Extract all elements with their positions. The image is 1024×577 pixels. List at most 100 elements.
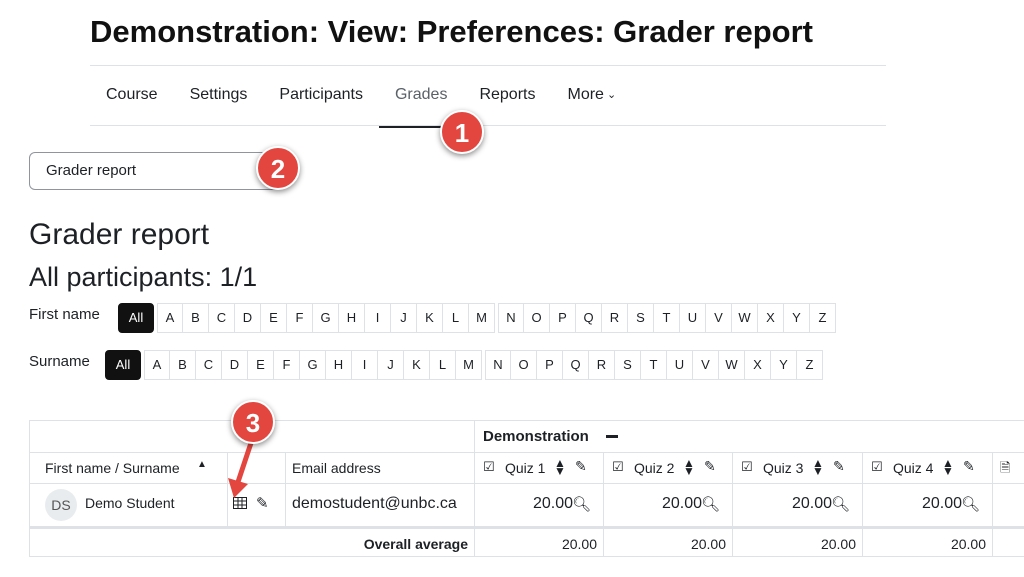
- first-name-letter-p[interactable]: P: [550, 303, 576, 333]
- surname-letter-j[interactable]: J: [378, 350, 404, 380]
- first-name-letter-h[interactable]: H: [339, 303, 365, 333]
- surname-letter-a[interactable]: A: [144, 350, 170, 380]
- first-name-letter-e[interactable]: E: [261, 303, 287, 333]
- zoom-in-icon[interactable]: 🔍︎: [572, 495, 591, 513]
- header-total-cell[interactable]: 🗎: [993, 453, 1024, 484]
- surname-letter-b[interactable]: B: [170, 350, 196, 380]
- surname-letter-u[interactable]: U: [667, 350, 693, 380]
- header-name-cell[interactable]: First name / Surname ▲: [29, 453, 228, 484]
- sort-icon[interactable]: ▲ ▼: [942, 457, 954, 477]
- surname-letter-r[interactable]: R: [589, 350, 615, 380]
- surname-letter-k[interactable]: K: [404, 350, 430, 380]
- tab-course[interactable]: Course: [90, 66, 174, 125]
- header-quiz-4-cell[interactable]: ☑ Quiz 4 ▲ ▼ ✎: [863, 453, 993, 484]
- surname-letter-p[interactable]: P: [537, 350, 563, 380]
- surname-letter-w[interactable]: W: [719, 350, 745, 380]
- surname-letter-c[interactable]: C: [196, 350, 222, 380]
- header-email-cell[interactable]: Email address: [286, 453, 475, 484]
- sort-icon[interactable]: ▲ ▼: [812, 457, 824, 477]
- first-name-letter-w[interactable]: W: [732, 303, 758, 333]
- tab-more[interactable]: More ⌄: [551, 66, 632, 125]
- grade-value: 20.00: [661, 495, 702, 512]
- surname-letter-m[interactable]: M: [456, 350, 482, 380]
- surname-letter-l[interactable]: L: [430, 350, 456, 380]
- surname-letter-y[interactable]: Y: [771, 350, 797, 380]
- first-name-letter-y[interactable]: Y: [784, 303, 810, 333]
- first-name-letter-f[interactable]: F: [287, 303, 313, 333]
- average-label-cell: Overall average: [29, 527, 475, 557]
- zoom-in-icon[interactable]: 🔍︎: [961, 495, 980, 513]
- grade-cell[interactable]: 20.00 🔍︎: [863, 484, 993, 527]
- average-value: 20.00: [690, 536, 726, 552]
- pencil-icon[interactable]: ✎: [704, 458, 716, 475]
- tab-participants[interactable]: Participants: [263, 66, 379, 125]
- surname-letter-g[interactable]: G: [300, 350, 326, 380]
- tab-settings[interactable]: Settings: [174, 66, 264, 125]
- first-name-letter-m[interactable]: M: [469, 303, 495, 333]
- first-name-letter-k[interactable]: K: [417, 303, 443, 333]
- first-name-letter-c[interactable]: C: [209, 303, 235, 333]
- surname-letter-z[interactable]: Z: [797, 350, 823, 380]
- zoom-in-icon[interactable]: 🔍︎: [701, 495, 720, 513]
- first-name-letter-q[interactable]: Q: [576, 303, 602, 333]
- header-quiz-3-cell[interactable]: ☑ Quiz 3 ▲ ▼ ✎: [733, 453, 863, 484]
- surname-all-button[interactable]: All: [105, 350, 141, 380]
- grade-value: 20.00: [791, 495, 832, 512]
- surname-letter-q[interactable]: Q: [563, 350, 589, 380]
- header-name: First name / Surname: [45, 460, 180, 476]
- collapse-icon[interactable]: [606, 435, 618, 438]
- course-total-icon: 🗎: [1000, 460, 1011, 475]
- pencil-icon[interactable]: ✎: [833, 458, 845, 475]
- grade-cell[interactable]: 20.00 🔍︎: [604, 484, 733, 527]
- pencil-icon[interactable]: ✎: [963, 458, 975, 475]
- grade-cell[interactable]: 20.00 🔍︎: [733, 484, 863, 527]
- first-name-letter-d[interactable]: D: [235, 303, 261, 333]
- callout-badge-1: 1: [440, 110, 484, 154]
- pencil-icon[interactable]: ✎: [575, 458, 587, 475]
- header-quiz-2-cell[interactable]: ☑ Quiz 2 ▲ ▼ ✎: [604, 453, 733, 484]
- report-selector[interactable]: Grader report: [29, 152, 279, 190]
- callout-badge-3: 3: [231, 400, 275, 444]
- first-name-letter-z[interactable]: Z: [810, 303, 836, 333]
- first-name-letter-g[interactable]: G: [313, 303, 339, 333]
- first-name-letter-o[interactable]: O: [524, 303, 550, 333]
- first-name-letter-i[interactable]: I: [365, 303, 391, 333]
- first-name-letter-j[interactable]: J: [391, 303, 417, 333]
- header-quiz-1-cell[interactable]: ☑ Quiz 1 ▲ ▼ ✎: [475, 453, 604, 484]
- zoom-in-icon[interactable]: 🔍︎: [831, 495, 850, 513]
- first-name-letter-s[interactable]: S: [628, 303, 654, 333]
- first-name-letter-t[interactable]: T: [654, 303, 680, 333]
- first-name-letter-r[interactable]: R: [602, 303, 628, 333]
- first-name-letter-u[interactable]: U: [680, 303, 706, 333]
- nav-bottom-divider: [90, 125, 886, 126]
- first-name-all-button[interactable]: All: [118, 303, 154, 333]
- surname-letter-v[interactable]: V: [693, 350, 719, 380]
- surname-letter-x[interactable]: X: [745, 350, 771, 380]
- surname-letter-e[interactable]: E: [248, 350, 274, 380]
- sort-icon[interactable]: ▲ ▼: [554, 457, 566, 477]
- first-name-letter-b[interactable]: B: [183, 303, 209, 333]
- surname-letter-i[interactable]: I: [352, 350, 378, 380]
- surname-letter-h[interactable]: H: [326, 350, 352, 380]
- average-cell: 20.00: [733, 527, 863, 557]
- surname-letter-t[interactable]: T: [641, 350, 667, 380]
- student-name[interactable]: Demo Student: [85, 495, 175, 511]
- surname-letter-f[interactable]: F: [274, 350, 300, 380]
- sort-icon[interactable]: ▲ ▼: [683, 457, 695, 477]
- surname-letter-o[interactable]: O: [511, 350, 537, 380]
- surname-letter-n[interactable]: N: [485, 350, 511, 380]
- grade-cell[interactable]: 20.00 🔍︎: [475, 484, 604, 527]
- first-name-letter-a[interactable]: A: [157, 303, 183, 333]
- first-name-letter-x[interactable]: X: [758, 303, 784, 333]
- chevron-down-icon: ⌄: [606, 89, 617, 101]
- first-name-letter-n[interactable]: N: [498, 303, 524, 333]
- avatar[interactable]: DS: [45, 489, 77, 521]
- surname-letter-s[interactable]: S: [615, 350, 641, 380]
- tab-more-label: More: [567, 86, 604, 103]
- first-name-letter-l[interactable]: L: [443, 303, 469, 333]
- surname-label: Surname: [29, 353, 90, 370]
- surname-letter-d[interactable]: D: [222, 350, 248, 380]
- first-name-letter-v[interactable]: V: [706, 303, 732, 333]
- sort-asc-icon[interactable]: ▲: [197, 459, 207, 470]
- student-email-cell: demostudent@unbc.ca: [286, 484, 475, 527]
